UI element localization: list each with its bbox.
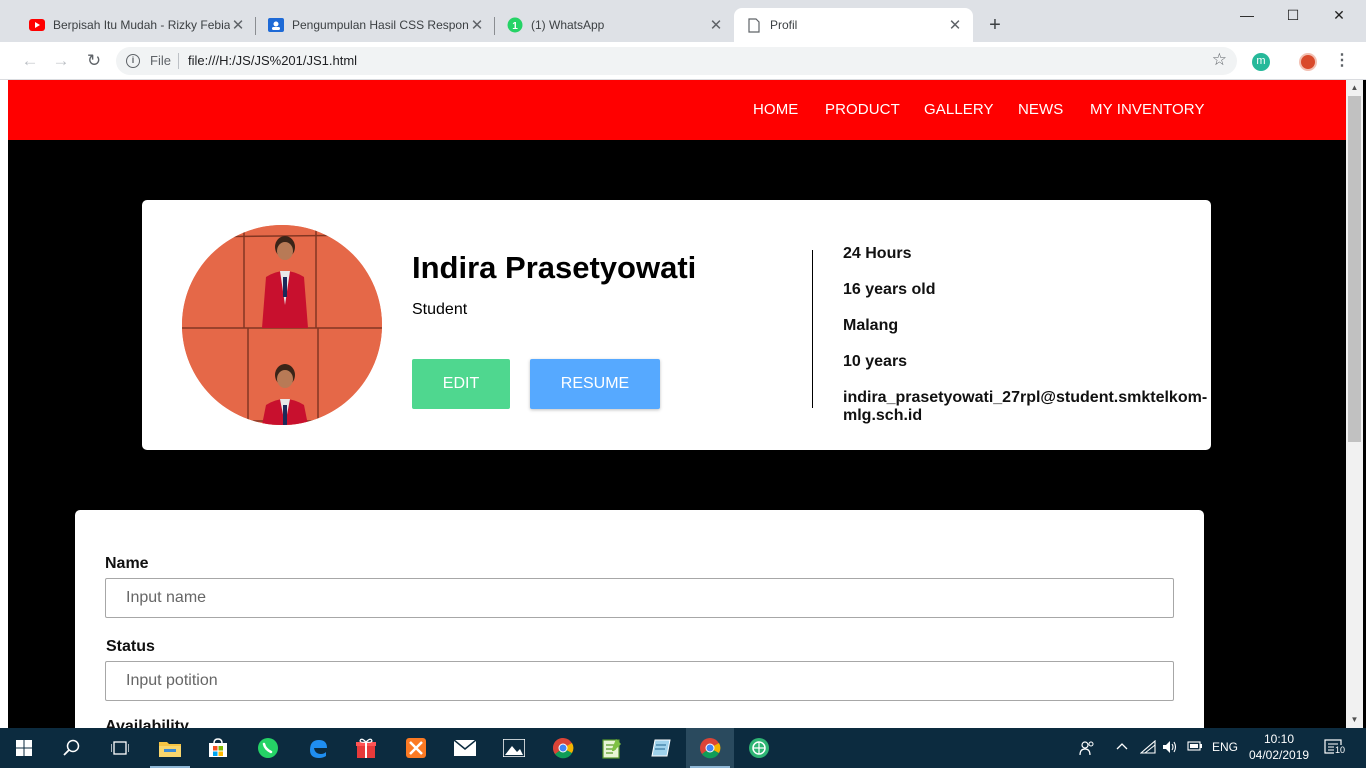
- tab-title: Berpisah Itu Mudah - Rizky Febian: [53, 18, 230, 32]
- notification-icon[interactable]: 10: [1324, 738, 1347, 761]
- address-bar[interactable]: i File file:///H:/JS/JS%201/JS1.html ☆: [116, 47, 1237, 75]
- reload-icon[interactable]: ↻: [84, 51, 104, 71]
- bookmark-star-icon[interactable]: ☆: [1212, 50, 1227, 70]
- name-input[interactable]: [105, 578, 1174, 618]
- nav-home[interactable]: HOME: [753, 101, 798, 118]
- tab-title: Pengumpulan Hasil CSS Responsi: [292, 18, 469, 32]
- svg-text:1: 1: [512, 21, 518, 32]
- info-icon[interactable]: i: [126, 54, 140, 68]
- notification-count: 10: [1334, 745, 1347, 755]
- notepad-icon[interactable]: [588, 728, 636, 768]
- new-tab-button[interactable]: +: [984, 14, 1006, 36]
- whatsapp-icon: 1: [507, 17, 523, 33]
- nav-gallery[interactable]: GALLERY: [924, 101, 994, 118]
- volume-icon[interactable]: [1162, 740, 1178, 757]
- file-explorer-icon[interactable]: [146, 728, 194, 768]
- nav-my-inventory[interactable]: MY INVENTORY: [1090, 101, 1205, 118]
- back-arrow-icon[interactable]: ←: [20, 51, 40, 71]
- photos-icon[interactable]: [490, 728, 538, 768]
- search-icon[interactable]: [48, 728, 96, 768]
- site-navbar: HOME PRODUCT GALLERY NEWS MY INVENTORY: [8, 80, 1346, 140]
- extension-icon[interactable]: m: [1252, 53, 1270, 71]
- page-icon: [746, 17, 762, 33]
- edge-icon[interactable]: [294, 728, 342, 768]
- clock-time: 10:10: [1263, 732, 1295, 746]
- xampp-icon[interactable]: [392, 728, 440, 768]
- tab-youtube[interactable]: Berpisah Itu Mudah - Rizky Febian ✕: [17, 8, 256, 42]
- menu-dots-icon[interactable]: ⋮: [1334, 51, 1350, 71]
- classroom-icon: [268, 17, 284, 33]
- task-view-icon[interactable]: [96, 728, 144, 768]
- scroll-up-arrow-icon[interactable]: ▲: [1346, 80, 1363, 96]
- profile-name: Indira Prasetyowati: [412, 250, 697, 285]
- maximize-button[interactable]: ☐: [1270, 4, 1316, 26]
- profile-avatar-icon[interactable]: [1299, 53, 1317, 71]
- scheme-label: File: [150, 53, 171, 68]
- profile-photo: [182, 225, 382, 425]
- system-clock[interactable]: 10:10 04/02/2019: [1249, 731, 1309, 763]
- browser-icon[interactable]: [735, 728, 783, 768]
- scroll-down-arrow-icon[interactable]: ▼: [1346, 712, 1363, 728]
- mail-icon[interactable]: [441, 728, 489, 768]
- close-icon[interactable]: ✕: [469, 16, 485, 34]
- battery-icon[interactable]: [1187, 740, 1203, 755]
- gift-icon[interactable]: [342, 728, 390, 768]
- scroll-thumb[interactable]: [1348, 96, 1361, 442]
- people-icon[interactable]: [1079, 740, 1095, 759]
- tab-classroom[interactable]: Pengumpulan Hasil CSS Responsi ✕: [256, 8, 495, 42]
- close-icon[interactable]: ✕: [230, 16, 246, 34]
- detail-email-cont: mlg.sch.id: [843, 407, 923, 424]
- page-viewport: HOME PRODUCT GALLERY NEWS MY INVENTORY I…: [8, 80, 1346, 728]
- chrome-icon[interactable]: [539, 728, 587, 768]
- profile-card: Indira Prasetyowati Student EDIT RESUME …: [142, 200, 1211, 450]
- start-icon[interactable]: [0, 728, 48, 768]
- language-indicator[interactable]: ENG: [1212, 740, 1238, 754]
- minimize-button[interactable]: —: [1224, 4, 1270, 26]
- detail-age: 16 years old: [843, 281, 936, 298]
- wifi-icon[interactable]: [1139, 739, 1156, 757]
- detail-hours: 24 Hours: [843, 245, 912, 262]
- close-icon[interactable]: ✕: [947, 16, 963, 34]
- nav-product[interactable]: PRODUCT: [825, 101, 900, 118]
- page-scrollbar[interactable]: ▲ ▼: [1346, 80, 1363, 728]
- close-icon[interactable]: ✕: [708, 16, 724, 34]
- availability-label: Availability: [105, 718, 189, 728]
- status-label: Status: [106, 638, 155, 655]
- windows-taskbar: ENG 10:10 04/02/2019 10: [0, 728, 1366, 768]
- divider: [812, 250, 813, 408]
- form-card: Name Status Availability: [75, 510, 1204, 728]
- forward-arrow-icon[interactable]: →: [51, 51, 71, 71]
- tab-profil[interactable]: Profil ✕: [734, 8, 973, 42]
- chrome-icon[interactable]: [686, 728, 734, 768]
- tab-strip: Berpisah Itu Mudah - Rizky Febian ✕ Peng…: [0, 0, 1366, 42]
- window-close-button[interactable]: ✕: [1316, 4, 1362, 26]
- youtube-icon: [29, 17, 45, 33]
- tab-whatsapp[interactable]: 1 (1) WhatsApp ✕: [495, 8, 734, 42]
- nav-news[interactable]: NEWS: [1018, 101, 1063, 118]
- app-icon[interactable]: [637, 728, 685, 768]
- whatsapp-icon[interactable]: [244, 728, 292, 768]
- tab-title: Profil: [770, 18, 798, 32]
- tab-title: (1) WhatsApp: [531, 18, 605, 32]
- resume-button[interactable]: RESUME: [530, 359, 660, 409]
- store-icon[interactable]: [194, 728, 242, 768]
- profile-role: Student: [412, 301, 468, 318]
- detail-email: indira_prasetyowati_27rpl@student.smktel…: [843, 389, 1208, 406]
- browser-toolbar: ← → ↻ i File file:///H:/JS/JS%201/JS1.ht…: [0, 42, 1366, 80]
- name-label: Name: [105, 555, 149, 572]
- clock-date: 04/02/2019: [1249, 748, 1310, 762]
- detail-city: Malang: [843, 317, 899, 334]
- status-input[interactable]: [105, 661, 1174, 701]
- detail-experience: 10 years: [843, 353, 908, 370]
- url-text[interactable]: file:///H:/JS/JS%201/JS1.html: [188, 53, 357, 68]
- chevron-up-icon[interactable]: [1116, 740, 1128, 755]
- edit-button[interactable]: EDIT: [412, 359, 510, 409]
